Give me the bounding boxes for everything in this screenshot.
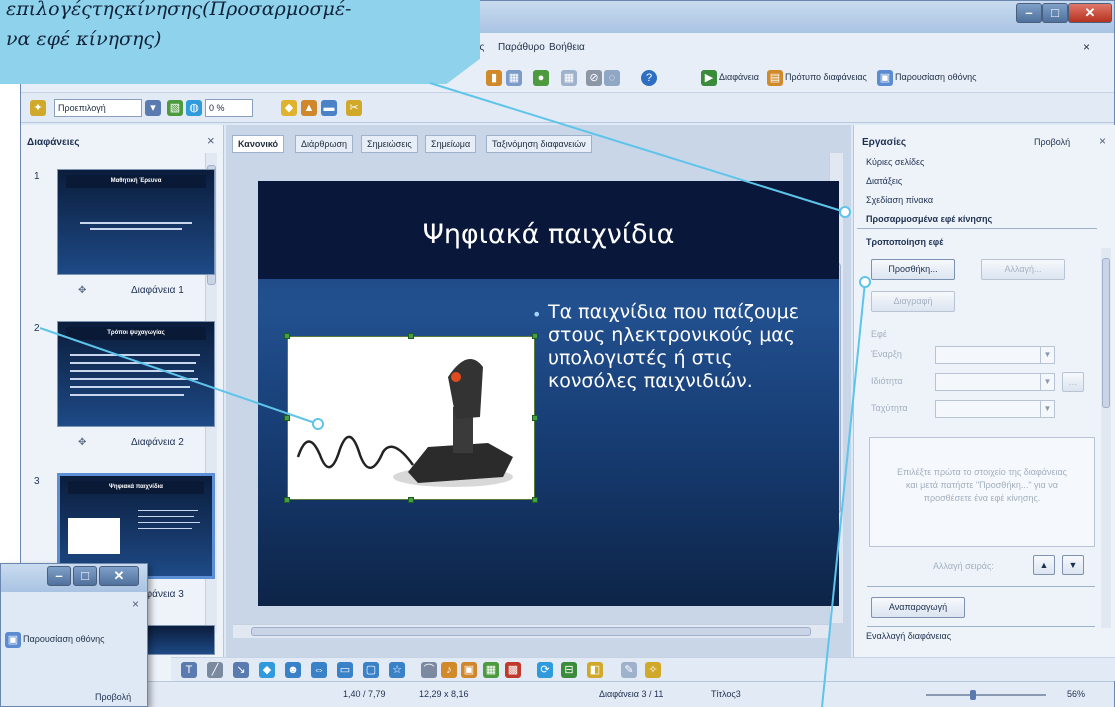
annotation-pointers xyxy=(39,82,871,707)
pointer-line-picture xyxy=(39,327,319,425)
pointer-dot xyxy=(312,418,324,430)
pointer-dot xyxy=(839,206,851,218)
pointer-dot xyxy=(859,276,871,288)
pointer-line-add-button xyxy=(821,281,866,707)
pointer-line-custom-animation xyxy=(429,82,846,213)
